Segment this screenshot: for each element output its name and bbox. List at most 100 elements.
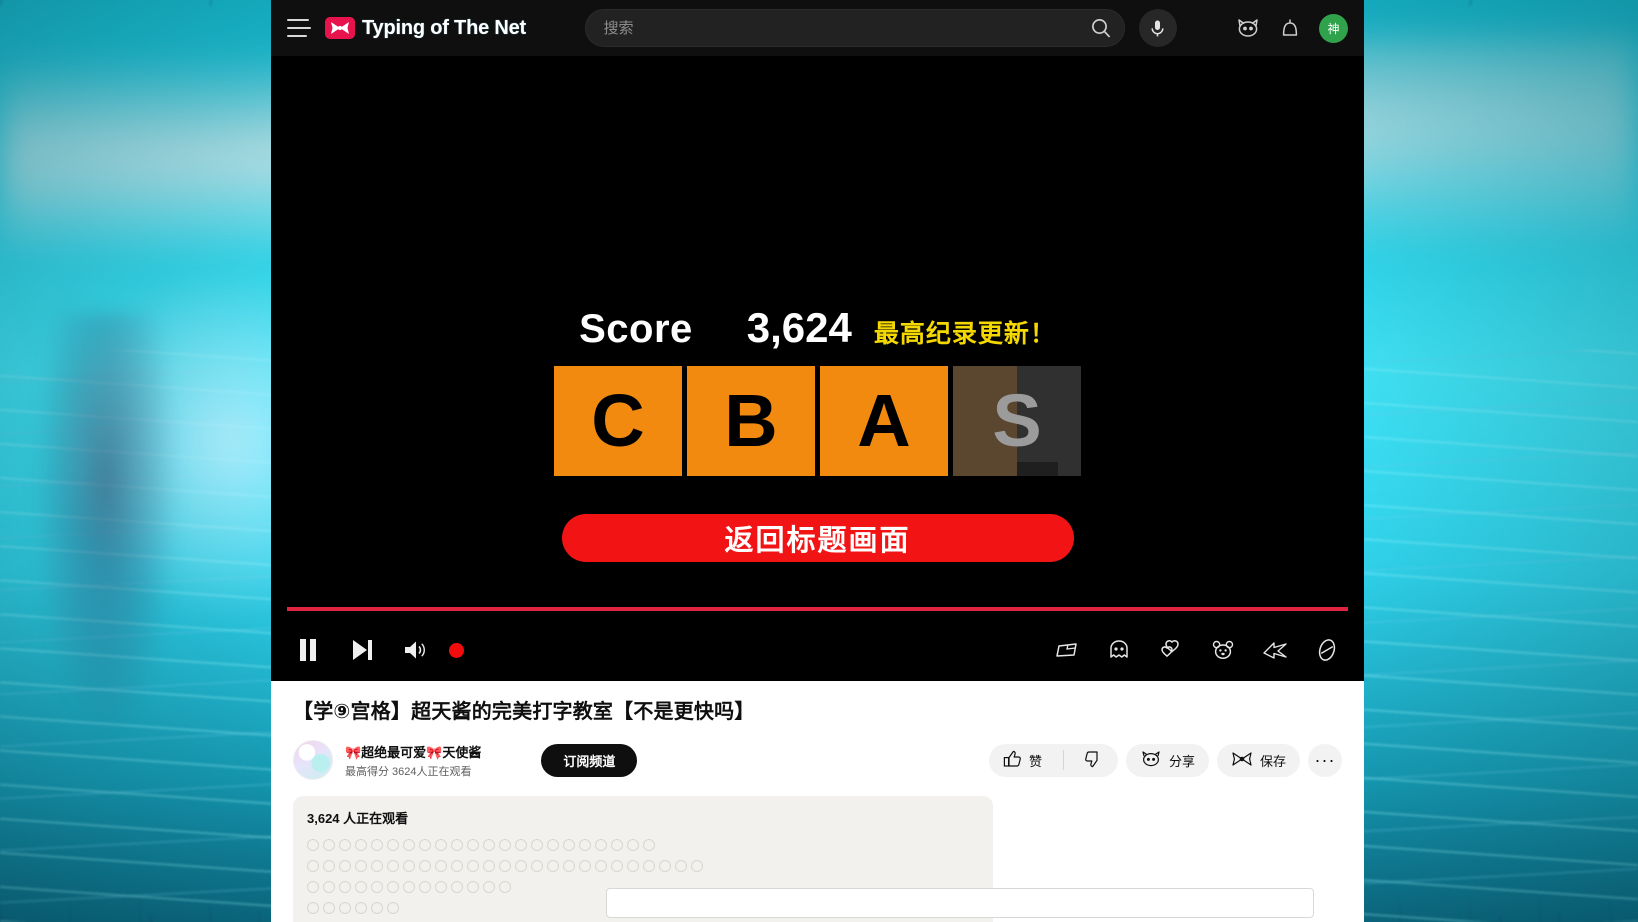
cat-face-share-icon	[1140, 750, 1162, 770]
skeleton-dot	[467, 881, 479, 893]
subscribe-button[interactable]: 订阅频道	[541, 743, 638, 777]
avatar[interactable]: 神	[1319, 13, 1348, 43]
channel-avatar[interactable]	[293, 740, 333, 780]
pause-button[interactable]	[287, 629, 329, 671]
skeleton-dot	[387, 860, 399, 872]
share-arrow-icon[interactable]	[1254, 629, 1296, 671]
grade-tile-c: C	[554, 366, 682, 476]
channel-owner-block: 🎀超绝最可爱🎀天使酱 最高得分 3624人正在观看 订阅频道	[293, 740, 638, 780]
skeleton-dot	[595, 839, 607, 851]
video-player[interactable]: Score 3,624 最高纪录更新！ C B A S 返回标题画面	[271, 56, 1364, 681]
progress-bar[interactable]	[287, 607, 1348, 611]
video-meta-row: 🎀超绝最可爱🎀天使酱 最高得分 3624人正在观看 订阅频道 赞 分享 保存 ·…	[293, 740, 1342, 780]
chat-skeleton-row	[307, 860, 979, 872]
skeleton-dot	[595, 860, 607, 872]
cat-face-icon[interactable]	[1235, 15, 1261, 41]
subtitles-icon[interactable]	[1046, 629, 1088, 671]
video-title: 【学⑨宫格】超天酱的完美打字教室【不是更快吗】	[293, 701, 755, 723]
skeleton-dot	[403, 839, 415, 851]
skeleton-dot	[451, 839, 463, 851]
bear-face-icon[interactable]	[1202, 629, 1244, 671]
action-divider	[1062, 750, 1064, 770]
grade-tile-s: S	[953, 366, 1081, 476]
header-actions: 神	[1235, 13, 1348, 43]
channel-name[interactable]: 🎀超绝最可爱🎀天使酱	[345, 742, 481, 761]
skeleton-dot	[387, 881, 399, 893]
skeleton-dot	[339, 881, 351, 893]
skeleton-dot	[483, 881, 495, 893]
share-label: 分享	[1168, 753, 1195, 769]
skeleton-dot	[531, 860, 543, 872]
save-button[interactable]: 保存	[1216, 743, 1300, 777]
skeleton-dot	[627, 860, 639, 872]
chat-viewer-count: 3,624 人正在观看	[307, 811, 409, 826]
grade-letter: B	[724, 379, 778, 462]
live-indicator-icon	[449, 642, 464, 658]
skeleton-dot	[355, 902, 367, 914]
skeleton-dot	[515, 860, 527, 872]
site-header: Typing of The Net 搜索 神	[271, 0, 1364, 56]
skeleton-dot	[371, 860, 383, 872]
fullscreen-pill-icon[interactable]	[1306, 629, 1348, 671]
like-button[interactable]: 赞	[989, 744, 1056, 777]
notification-bell-icon[interactable]	[1277, 15, 1303, 41]
settings-ghost-icon[interactable]	[1098, 629, 1140, 671]
game-result-screen: Score 3,624 最高纪录更新！ C B A S 返回标题画面	[271, 56, 1364, 681]
grade-tiles: C B A S	[554, 366, 1081, 476]
skeleton-dot	[371, 881, 383, 893]
skeleton-dot	[691, 860, 703, 872]
skeleton-dot	[659, 860, 671, 872]
search-area	[526, 9, 1235, 47]
thumbs-down-icon	[1085, 750, 1104, 771]
skeleton-dot	[355, 839, 367, 851]
skeleton-dot	[643, 839, 655, 851]
skeleton-dot	[483, 860, 495, 872]
like-dislike-group: 赞	[988, 743, 1118, 777]
skeleton-dot	[451, 881, 463, 893]
dislike-button[interactable]	[1071, 744, 1118, 777]
score-line: Score 3,624 最高纪录更新！	[579, 304, 1056, 352]
grade-letter: C	[591, 379, 645, 462]
search-box[interactable]	[584, 9, 1125, 47]
skeleton-dot	[435, 860, 447, 872]
skeleton-dot	[419, 839, 431, 851]
skeleton-dot	[403, 860, 415, 872]
skeleton-dot	[435, 839, 447, 851]
control-left-group	[287, 629, 464, 671]
skeleton-dot	[307, 881, 319, 893]
grade-letter: A	[857, 379, 911, 462]
skeleton-dot	[467, 839, 479, 851]
more-actions-button[interactable]: ···	[1308, 743, 1342, 777]
site-logo[interactable]: Typing of The Net	[325, 17, 526, 40]
video-actions: 赞 分享 保存 ···	[988, 743, 1342, 777]
skeleton-dot	[323, 902, 335, 914]
skeleton-dot	[339, 839, 351, 851]
search-input[interactable]	[603, 19, 1084, 37]
score-label: Score	[579, 307, 693, 351]
thumbs-up-icon	[1003, 750, 1022, 771]
hearts-icon[interactable]	[1150, 629, 1192, 671]
skeleton-dot	[611, 839, 623, 851]
skeleton-dot	[467, 860, 479, 872]
skeleton-dot	[563, 839, 575, 851]
channel-subtext: 最高得分 3624人正在观看	[345, 765, 472, 778]
skeleton-dot	[515, 839, 527, 851]
skeleton-dot	[451, 860, 463, 872]
skeleton-dot	[307, 902, 319, 914]
next-button[interactable]	[341, 629, 383, 671]
skeleton-dot	[547, 839, 559, 851]
skeleton-dot	[307, 860, 319, 872]
skeleton-dot	[307, 839, 319, 851]
skeleton-dot	[323, 881, 335, 893]
search-icon[interactable]	[1084, 11, 1118, 45]
skeleton-dot	[563, 860, 575, 872]
skeleton-dot	[355, 860, 367, 872]
return-to-title-button[interactable]: 返回标题画面	[561, 514, 1074, 562]
chat-composer-input[interactable]	[606, 888, 1314, 918]
volume-icon[interactable]	[395, 629, 437, 671]
control-row	[287, 619, 1348, 681]
share-button[interactable]: 分享	[1125, 743, 1209, 777]
hamburger-menu-icon[interactable]	[287, 19, 311, 37]
score-value: 3,624	[746, 304, 852, 351]
voice-search-icon[interactable]	[1138, 9, 1177, 47]
